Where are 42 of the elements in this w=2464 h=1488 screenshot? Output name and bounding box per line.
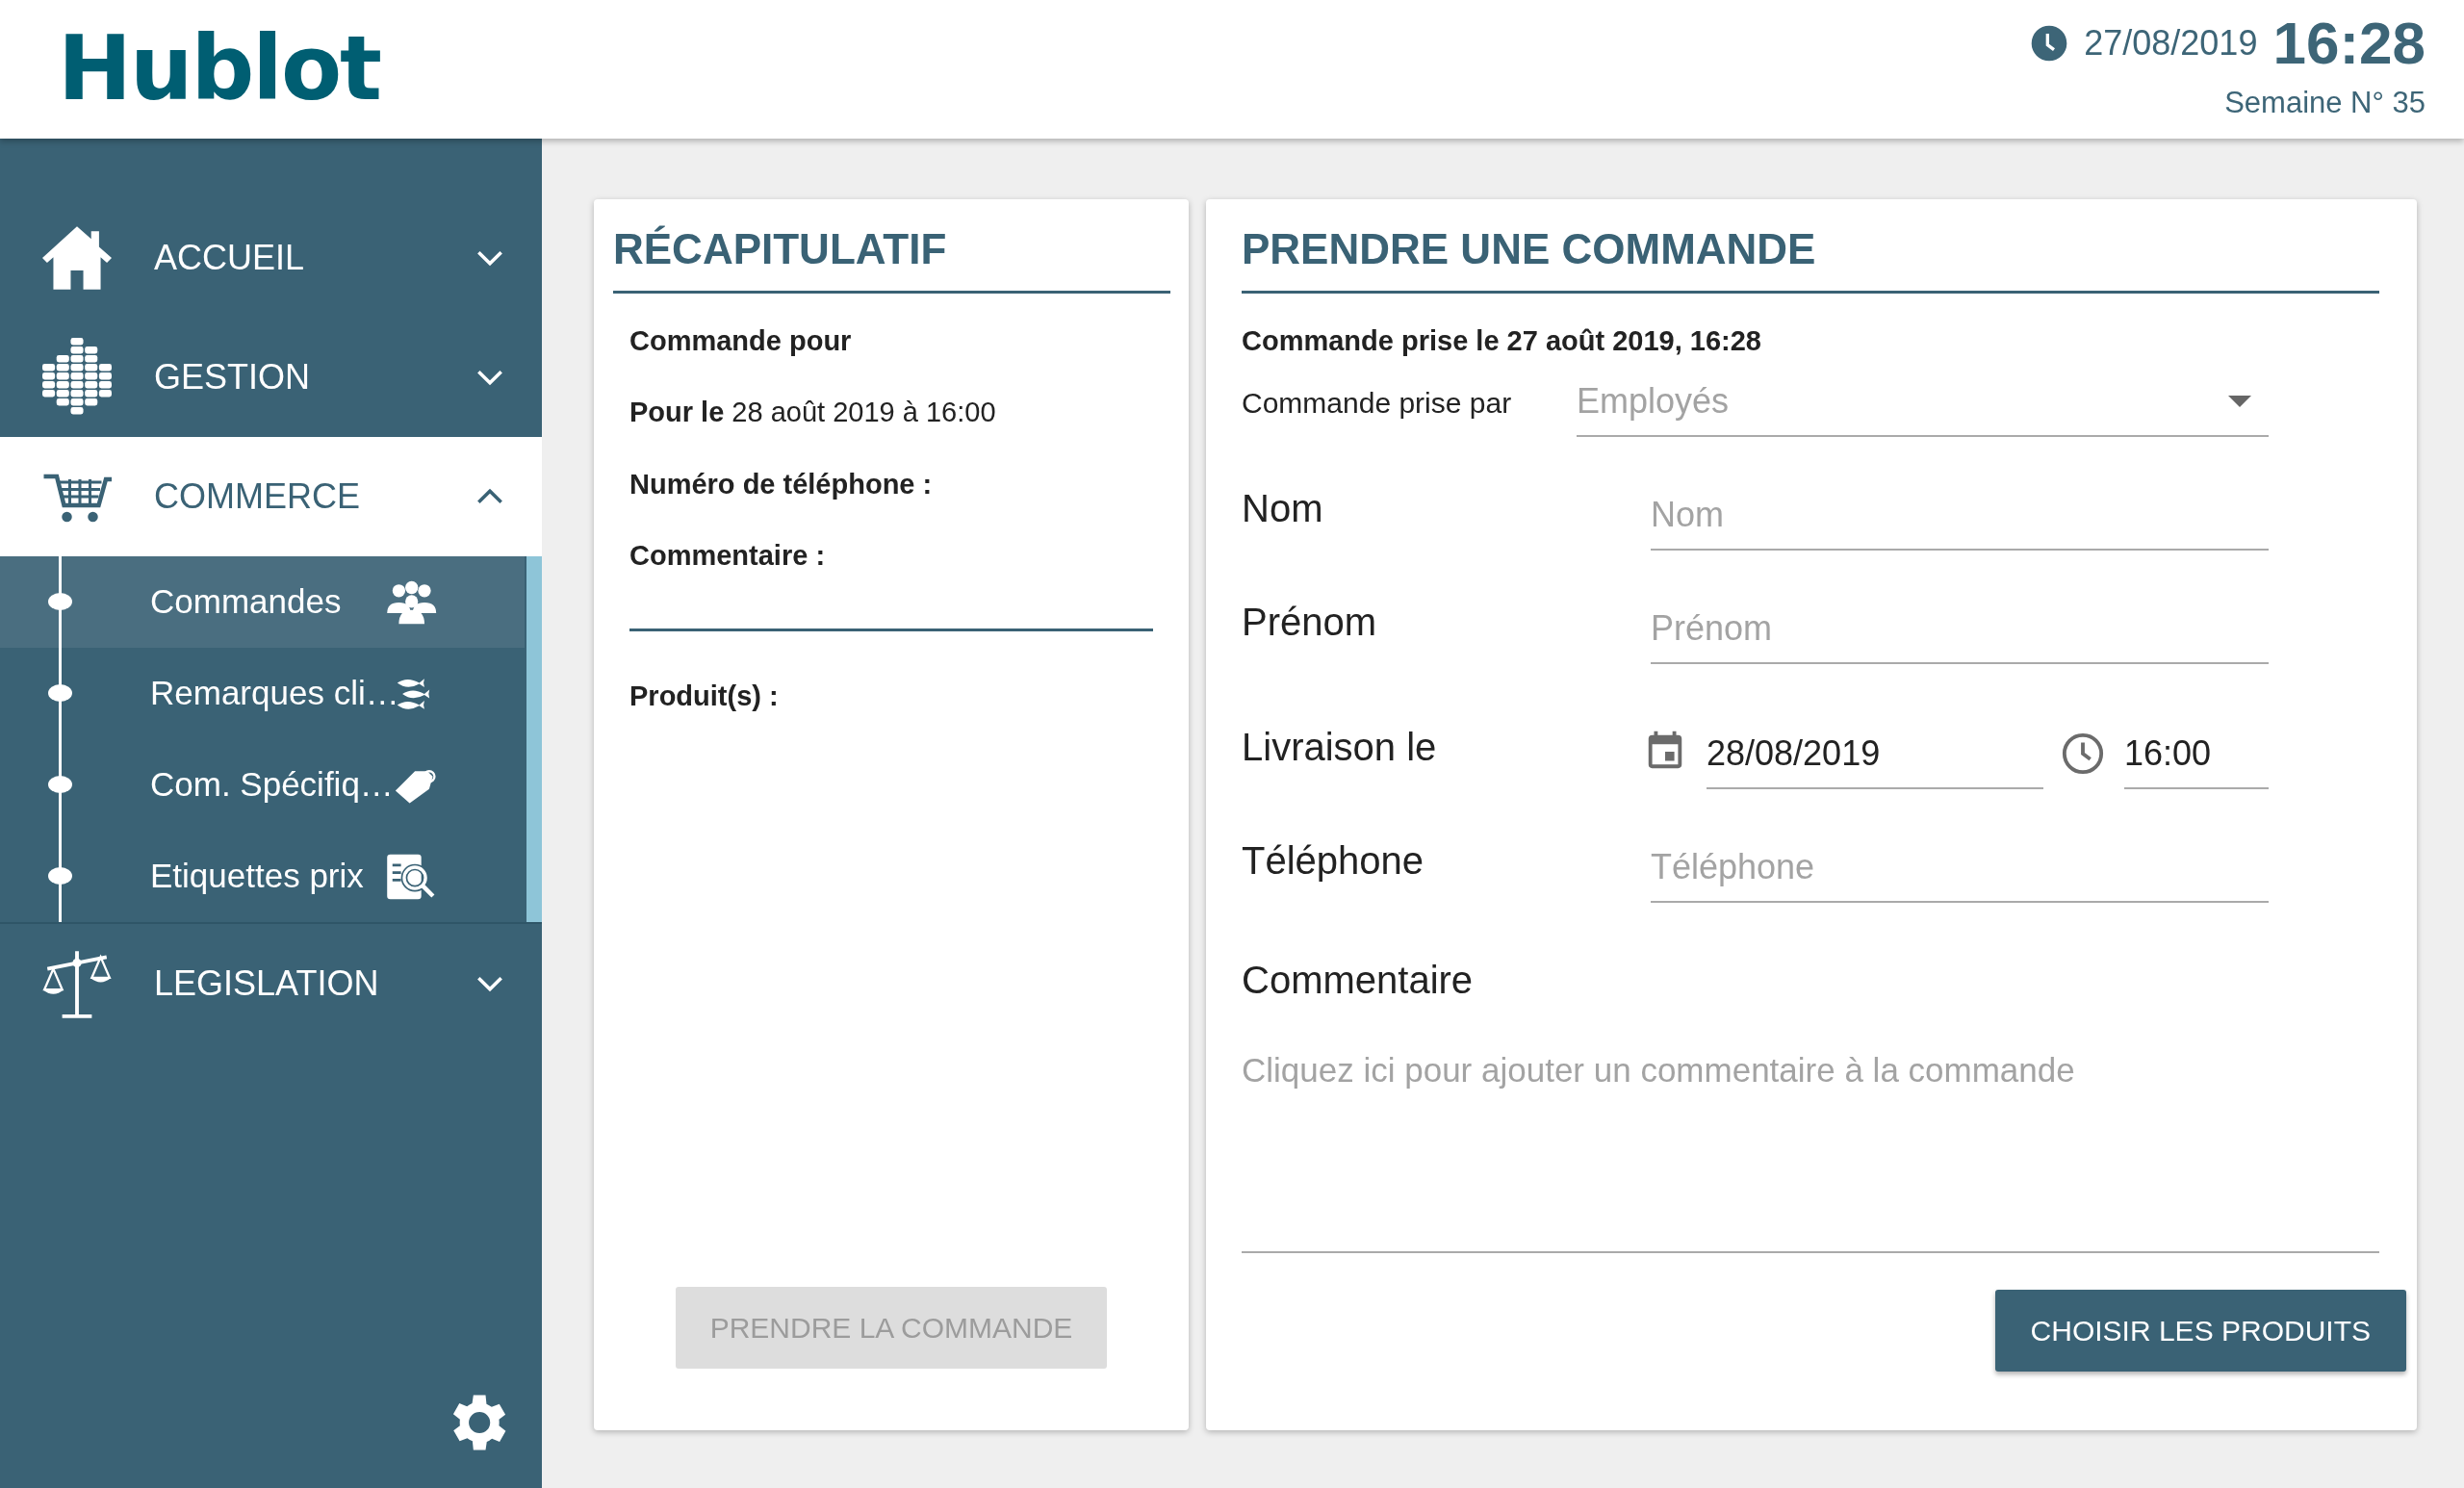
current-time: 16:28 <box>2272 13 2426 73</box>
field-label: Téléphone <box>1242 838 1425 885</box>
summary-line: Commentaire : <box>629 539 827 574</box>
field-label: Nom <box>1242 486 1324 532</box>
chevron-up-icon <box>476 488 503 505</box>
date-field[interactable]: 28/08/2019 <box>1707 720 2043 790</box>
summary-line: Commande pour <box>629 323 853 358</box>
field-label: Prénom <box>1242 600 1378 646</box>
card-title: RÉCAPITULATIF <box>613 199 1170 294</box>
submenu-item[interactable]: Etiquettes prix <box>0 831 525 922</box>
text-field[interactable]: Téléphone <box>1651 834 2269 904</box>
current-date: 27/08/2019 <box>2084 21 2258 64</box>
clock-icon <box>2030 23 2069 63</box>
choose-products-button[interactable]: CHOISIR LES PRODUITS <box>1994 1290 2406 1373</box>
logo: Hublot <box>58 25 381 114</box>
people-icon <box>384 578 438 626</box>
field-label: Commande prise par <box>1242 385 1513 421</box>
text-field[interactable]: Nom <box>1651 481 2269 552</box>
menu-item[interactable]: ACCUEIL <box>0 198 542 318</box>
chevron-down-icon <box>476 975 503 992</box>
bar-chart-icon <box>42 338 112 417</box>
submenu-item[interactable]: Remarques cli… <box>0 648 525 739</box>
summary-line: Numéro de téléphone : <box>629 467 934 501</box>
chevron-down-icon <box>476 249 503 267</box>
week-number: Semaine N° 35 <box>2224 84 2426 121</box>
chevron-down-icon <box>476 369 503 386</box>
clock-icon <box>2061 731 2105 777</box>
text-field[interactable]: Prénom <box>1651 595 2269 665</box>
menu-item[interactable]: GESTION <box>0 318 542 437</box>
submenu-item[interactable]: Com. Spécifiq… <box>0 739 525 831</box>
products-label: Produit(s) : <box>629 679 780 713</box>
menu-item[interactable]: LEGISLATION <box>0 924 542 1043</box>
order-timestamp: Commande prise le 27 août 2019, 16:28 <box>1242 323 1762 358</box>
summary-line: Pour le 28 août 2019 à 16:00 <box>629 396 997 430</box>
time-field[interactable]: 16:00 <box>2124 720 2269 790</box>
dropdown-arrow-icon <box>2228 396 2251 408</box>
scrollbar[interactable] <box>526 556 542 922</box>
field-label: Commentaire <box>1242 958 1475 1004</box>
card-title: PRENDRE UNE COMMANDE <box>1242 199 2379 294</box>
submenu-item[interactable]: Commandes <box>0 556 525 648</box>
field-label: Livraison le <box>1242 725 1438 771</box>
menu-item[interactable]: COMMERCE <box>0 437 542 556</box>
